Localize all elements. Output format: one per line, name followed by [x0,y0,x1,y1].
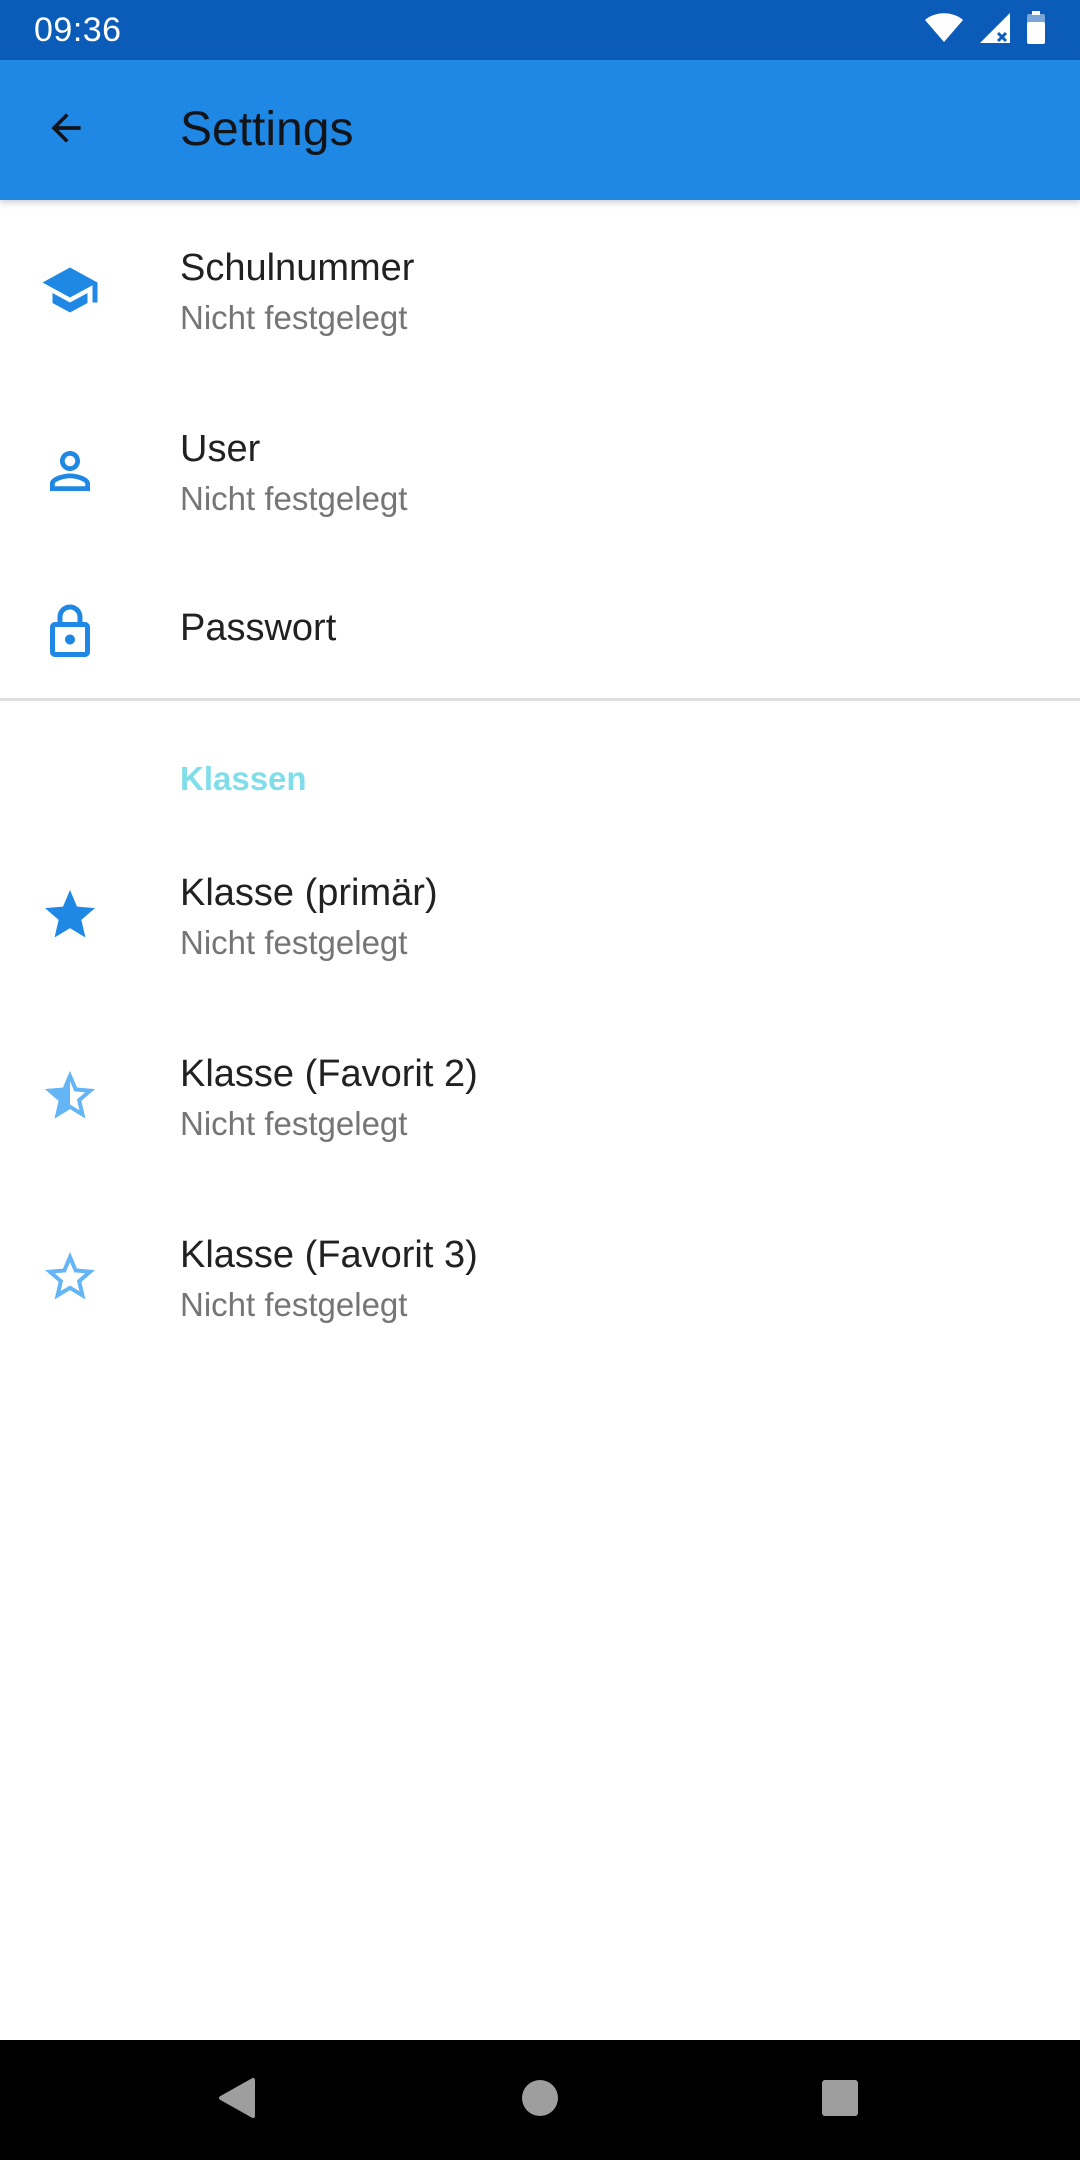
category-header-klassen: Klassen [0,701,1080,825]
star-filled-icon [40,885,100,945]
navigation-bar [0,2040,1080,2160]
nav-home-button[interactable] [510,2070,570,2130]
arrow-back-icon [44,106,88,155]
nav-recents-button[interactable] [810,2070,870,2130]
pref-summary: Nicht festgelegt [180,1105,408,1142]
pref-summary: Nicht festgelegt [180,480,408,517]
category-title: Klassen [180,760,307,797]
status-icons [924,10,1046,50]
pref-summary: Nicht festgelegt [180,299,408,336]
recents-square-icon [820,2078,860,2123]
pref-title: Passwort [180,607,337,649]
nav-back-button[interactable] [207,2070,267,2130]
signal-icon [978,11,1012,50]
person-icon [40,441,100,501]
app-bar: Settings [0,60,1080,200]
page-title: Settings [180,103,354,156]
pref-summary: Nicht festgelegt [180,1286,408,1323]
pref-item-klasse-favorit-3[interactable]: Klasse (Favorit 3) Nicht festgelegt [0,1187,1080,1368]
status-time: 09:36 [34,11,122,49]
pref-title: User [180,428,261,470]
back-button[interactable] [34,98,98,162]
pref-summary: Nicht festgelegt [180,924,408,961]
star-half-icon [40,1066,100,1126]
star-outline-icon [40,1247,100,1307]
battery-icon [1026,10,1046,50]
pref-item-user[interactable]: User Nicht festgelegt [0,381,1080,562]
pref-item-schulnummer[interactable]: Schulnummer Nicht festgelegt [0,200,1080,381]
pref-title: Klasse (Favorit 2) [180,1053,478,1095]
status-bar: 09:36 [0,0,1080,60]
back-triangle-icon [217,2076,257,2125]
home-circle-icon [520,2078,560,2123]
pref-item-passwort[interactable]: Passwort [0,562,1080,698]
pref-title: Klasse (Favorit 3) [180,1234,478,1276]
pref-title: Schulnummer [180,247,415,289]
pref-item-klasse-primaer[interactable]: Klasse (primär) Nicht festgelegt [0,825,1080,1006]
school-icon [40,260,100,320]
pref-title: Klasse (primär) [180,872,438,914]
wifi-icon [924,12,964,49]
settings-list: Schulnummer Nicht festgelegt User Nicht … [0,200,1080,1368]
lock-icon [40,602,100,662]
pref-item-klasse-favorit-2[interactable]: Klasse (Favorit 2) Nicht festgelegt [0,1006,1080,1187]
